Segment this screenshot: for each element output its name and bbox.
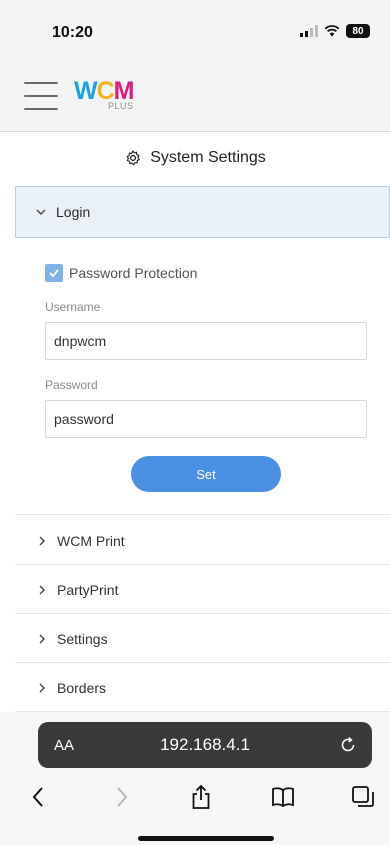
accordion-borders-label: Borders — [57, 679, 107, 696]
login-panel: Password Protection Username Password Se… — [15, 238, 390, 515]
logo-sub: PLUS — [108, 101, 134, 111]
chevron-right-icon — [39, 683, 45, 692]
accordion-settings[interactable]: Settings — [15, 615, 390, 663]
chevron-right-icon — [39, 536, 45, 545]
accordion-partyprint-label: PartyPrint — [57, 581, 119, 598]
page-title: System Settings — [0, 140, 390, 176]
password-protection-row: Password Protection — [45, 264, 197, 282]
check-icon — [49, 269, 59, 278]
accordion-partyprint[interactable]: PartyPrint — [15, 566, 390, 614]
forward-icon[interactable] — [108, 784, 134, 810]
password-protection-label: Password Protection — [69, 265, 198, 281]
chevron-right-icon — [39, 634, 45, 643]
tabs-icon[interactable] — [350, 784, 376, 810]
bookmarks-icon[interactable] — [270, 784, 296, 810]
status-icons: 80 — [300, 24, 370, 38]
password-protection-checkbox[interactable] — [45, 264, 63, 282]
gear-icon — [126, 150, 141, 166]
browser-toolbar — [0, 780, 390, 816]
app-header: WCM PLUS — [0, 60, 390, 132]
chevron-right-icon — [39, 585, 45, 594]
password-label: Password — [45, 378, 98, 392]
page-title-text: System Settings — [150, 149, 266, 166]
password-field[interactable] — [45, 400, 367, 438]
username-label: Username — [45, 300, 101, 314]
battery-icon: 80 — [346, 24, 370, 38]
accordion-login-label: Login — [56, 204, 91, 220]
home-indicator — [138, 836, 274, 841]
back-icon[interactable] — [26, 784, 52, 810]
wcm-plus-logo: WCM PLUS — [74, 78, 134, 111]
status-bar: 10:20 80 — [0, 0, 390, 60]
username-field[interactable] — [45, 322, 367, 360]
browser-chrome: AA 192.168.4.1 — [0, 712, 390, 845]
share-icon[interactable] — [188, 784, 214, 810]
hamburger-menu-icon[interactable] — [24, 82, 58, 110]
address-bar[interactable]: AA 192.168.4.1 — [38, 722, 372, 768]
cellular-signal-icon — [300, 25, 318, 37]
accordion-settings-label: Settings — [57, 630, 108, 647]
accordion-wcm-print-label: WCM Print — [57, 532, 125, 549]
set-button[interactable]: Set — [131, 456, 281, 492]
reload-icon[interactable] — [338, 735, 358, 755]
chevron-down-icon — [36, 209, 46, 215]
url-text[interactable]: 192.168.4.1 — [38, 735, 372, 755]
accordion-borders[interactable]: Borders — [15, 664, 390, 712]
accordion-wcm-print[interactable]: WCM Print — [15, 517, 390, 565]
accordion-login-header[interactable]: Login — [15, 186, 390, 238]
status-time: 10:20 — [52, 24, 93, 41]
wifi-icon — [324, 25, 340, 37]
